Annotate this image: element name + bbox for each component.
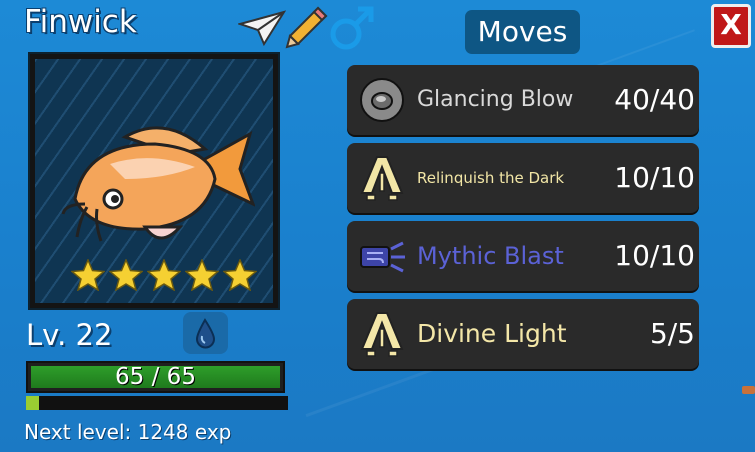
- water-drop-icon: [195, 318, 216, 349]
- monster-level: Lv. 22: [26, 318, 113, 352]
- star-icon: [147, 259, 181, 291]
- move-pp: 40/40: [614, 83, 695, 116]
- move-slot-1[interactable]: Glancing Blow 40/40: [347, 65, 699, 135]
- move-name: Relinquish the Dark: [417, 169, 565, 187]
- monster-portrait: [28, 52, 280, 310]
- star-icon: [109, 259, 143, 291]
- pencil-icon[interactable]: [284, 4, 330, 50]
- star-icon: [185, 259, 219, 291]
- hp-text: 65 / 65: [115, 364, 196, 390]
- star-icon: [223, 259, 257, 291]
- move-name: Glancing Blow: [417, 87, 574, 112]
- next-level-text: Next level: 1248 exp: [24, 420, 232, 444]
- move-pp: 5/5: [649, 317, 695, 350]
- light-rays-icon: [360, 312, 404, 357]
- star-icon: [71, 259, 105, 291]
- move-pp: 10/10: [614, 239, 695, 272]
- hp-bar: 65 / 65: [26, 361, 285, 393]
- xp-bar-fill: [26, 396, 40, 410]
- moves-title: Moves: [465, 10, 580, 54]
- move-slot-4[interactable]: Divine Light 5/5: [347, 299, 699, 369]
- male-icon: [330, 6, 374, 50]
- background-fish-fin: [742, 386, 755, 394]
- light-rays-icon: [360, 156, 404, 201]
- fish-creature-image: [61, 126, 255, 242]
- disc-icon: [360, 78, 404, 122]
- move-name: Mythic Blast: [417, 242, 564, 270]
- move-slot-3[interactable]: Mythic Blast 10/10: [347, 221, 699, 291]
- move-pp: 10/10: [614, 161, 695, 194]
- monster-name: Finwick: [24, 4, 137, 40]
- move-name: Divine Light: [417, 319, 567, 348]
- xp-bar: [26, 396, 288, 410]
- move-slot-2[interactable]: Relinquish the Dark 10/10: [347, 143, 699, 213]
- paper-plane-icon[interactable]: [238, 10, 286, 46]
- element-type-badge[interactable]: [183, 312, 228, 354]
- star-rating: [71, 259, 257, 291]
- scroll-blast-icon: [360, 241, 405, 273]
- close-button[interactable]: X: [711, 4, 751, 48]
